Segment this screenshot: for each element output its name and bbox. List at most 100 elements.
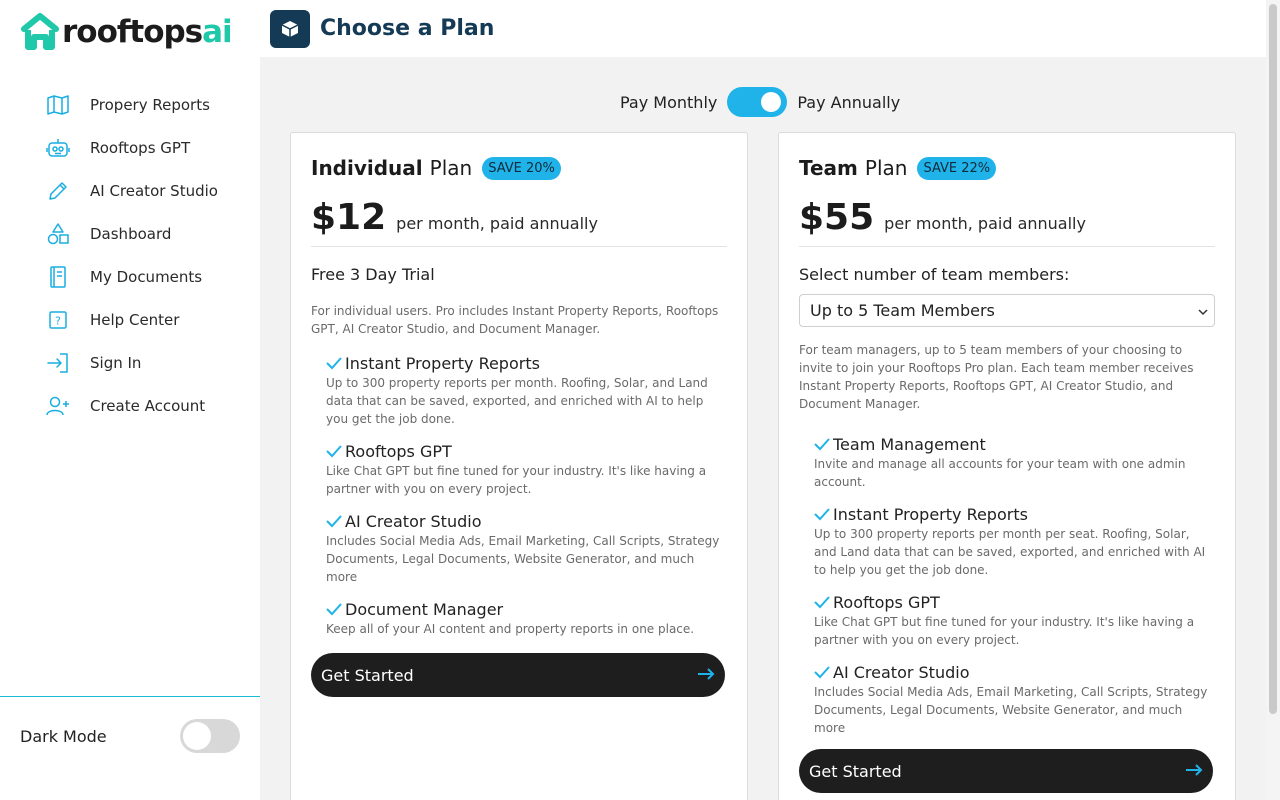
dark-mode-row: Dark Mode	[20, 718, 240, 754]
feature-title: Rooftops GPT	[833, 592, 940, 612]
check-icon	[326, 356, 342, 370]
house-logo-icon	[20, 13, 60, 51]
price-row: $55 per month, paid annually	[799, 197, 1215, 238]
sidebar-item-rooftops-gpt[interactable]: Rooftops GPT	[0, 126, 260, 169]
feature-list: Instant Property Reports Up to 300 prope…	[311, 352, 727, 638]
team-get-started-button[interactable]: Get Started	[799, 749, 1213, 793]
toggle-knob	[761, 92, 782, 112]
rooftops-logo[interactable]: rooftopsai	[20, 12, 233, 52]
sidebar-item-label: Sign In	[90, 353, 142, 372]
logo-accent-text: ai	[202, 14, 233, 50]
feature-item: AI Creator Studio Includes Social Media …	[814, 661, 1215, 737]
dark-mode-label: Dark Mode	[20, 726, 107, 746]
logo-main-text: rooftops	[62, 14, 203, 50]
sidebar-item-label: Help Center	[90, 310, 180, 329]
trial-text: Free 3 Day Trial	[311, 265, 435, 284]
toggle-knob	[183, 722, 211, 750]
sidebar-item-help-center[interactable]: ? Help Center	[0, 298, 260, 341]
check-icon	[326, 602, 342, 616]
feature-item: Team Management Invite and manage all ac…	[814, 433, 1215, 491]
plan-heading: Individual Plan SAVE 20%	[311, 153, 727, 183]
sign-in-icon	[46, 351, 70, 375]
sidebar-item-label: Propery Reports	[90, 95, 210, 114]
box-icon	[270, 9, 310, 48]
save-badge: SAVE 22%	[917, 156, 997, 180]
plan-heading: Team Plan SAVE 22%	[799, 153, 1215, 183]
arrow-right-icon	[1185, 762, 1203, 781]
feature-description: Like Chat GPT but fine tuned for your in…	[814, 615, 1195, 647]
feature-item: Rooftops GPT Like Chat GPT but fine tune…	[814, 591, 1215, 649]
sidebar-item-label: Create Account	[90, 396, 206, 415]
sidebar-item-label: Rooftops GPT	[90, 138, 191, 157]
sidebar-item-property-reports[interactable]: Propery Reports	[0, 83, 260, 126]
shapes-icon	[46, 222, 70, 246]
scrollbar-thumb[interactable]	[1269, 4, 1277, 714]
feature-title: Instant Property Reports	[833, 504, 1028, 524]
feature-description: Keep all of your AI content and property…	[326, 622, 695, 636]
save-badge: SAVE 20%	[482, 156, 561, 180]
plan-description: For team managers, up to 5 team members …	[799, 343, 1194, 411]
divider	[799, 246, 1215, 247]
sidebar-item-my-documents[interactable]: My Documents	[0, 255, 260, 298]
feature-title: Rooftops GPT	[345, 441, 452, 461]
feature-title: Document Manager	[345, 599, 504, 619]
feature-description: Includes Social Media Ads, Email Marketi…	[814, 685, 1208, 735]
sidebar-item-label: AI Creator Studio	[90, 181, 218, 200]
plan-word: Plan	[429, 156, 473, 180]
team-size-label: Select number of team members:	[799, 265, 1070, 284]
page-scrollbar[interactable]	[1266, 0, 1280, 800]
help-icon: ?	[46, 308, 70, 332]
sidebar-item-dashboard[interactable]: Dashboard	[0, 212, 260, 255]
check-icon	[814, 437, 830, 451]
page-header: Choose a Plan	[260, 0, 1266, 57]
add-user-icon	[46, 394, 70, 418]
feature-description: Invite and manage all accounts for your …	[814, 457, 1186, 489]
sidebar-item-label: My Documents	[90, 267, 203, 286]
pencil-icon	[46, 179, 70, 203]
pay-annually-label[interactable]: Pay Annually	[797, 93, 900, 112]
plan-description: For individual users. Pro includes Insta…	[311, 304, 719, 336]
plan-word: Plan	[864, 156, 908, 180]
feature-title: Team Management	[833, 434, 986, 454]
logo-wordmark: rooftopsai	[62, 13, 233, 51]
individual-get-started-button[interactable]: Get Started	[311, 653, 725, 697]
team-size-value: Up to 5 Team Members	[810, 301, 995, 320]
sidebar: rooftopsai Propery Reports Rooftops GPT …	[0, 0, 260, 800]
dark-mode-toggle[interactable]	[180, 719, 240, 753]
sidebar-item-sign-in[interactable]: Sign In	[0, 341, 260, 384]
page-title: Choose a Plan	[320, 16, 495, 41]
price-note: per month, paid annually	[396, 214, 598, 233]
feature-item: Rooftops GPT Like Chat GPT but fine tune…	[326, 440, 727, 498]
plan-price: $12	[311, 197, 387, 238]
svg-text:?: ?	[55, 314, 61, 327]
check-icon	[814, 665, 830, 679]
feature-item: Instant Property Reports Up to 300 prope…	[814, 503, 1215, 579]
feature-description: Up to 300 property reports per month per…	[814, 527, 1206, 577]
feature-item: Instant Property Reports Up to 300 prope…	[326, 352, 727, 428]
sidebar-item-ai-creator-studio[interactable]: AI Creator Studio	[0, 169, 260, 212]
feature-description: Up to 300 property reports per month. Ro…	[326, 376, 708, 426]
feature-description: Includes Social Media Ads, Email Marketi…	[326, 534, 720, 584]
button-label: Get Started	[321, 665, 414, 685]
feature-title: AI Creator Studio	[345, 511, 482, 531]
sidebar-item-create-account[interactable]: Create Account	[0, 384, 260, 427]
book-icon	[46, 265, 70, 289]
check-icon	[326, 514, 342, 528]
team-size-select[interactable]: Up to 5 Team Members	[799, 294, 1215, 327]
team-plan-card: Team Plan SAVE 22% $55 per month, paid a…	[778, 132, 1236, 800]
feature-title: AI Creator Studio	[833, 662, 970, 682]
feature-item: Document Manager Keep all of your AI con…	[326, 598, 727, 638]
robot-icon	[46, 136, 70, 160]
arrow-right-icon	[697, 666, 715, 685]
map-icon	[46, 93, 70, 117]
feature-title: Instant Property Reports	[345, 353, 540, 373]
billing-period-toggle[interactable]	[727, 87, 788, 117]
price-row: $12 per month, paid annually	[311, 197, 727, 238]
feature-item: AI Creator Studio Includes Social Media …	[326, 510, 727, 586]
feature-list: Team Management Invite and manage all ac…	[799, 433, 1215, 737]
sidebar-divider	[0, 696, 260, 697]
price-note: per month, paid annually	[884, 214, 1086, 233]
check-icon	[814, 595, 830, 609]
sidebar-nav: Propery Reports Rooftops GPT AI Creator …	[0, 83, 260, 427]
pay-monthly-label[interactable]: Pay Monthly	[620, 93, 717, 112]
